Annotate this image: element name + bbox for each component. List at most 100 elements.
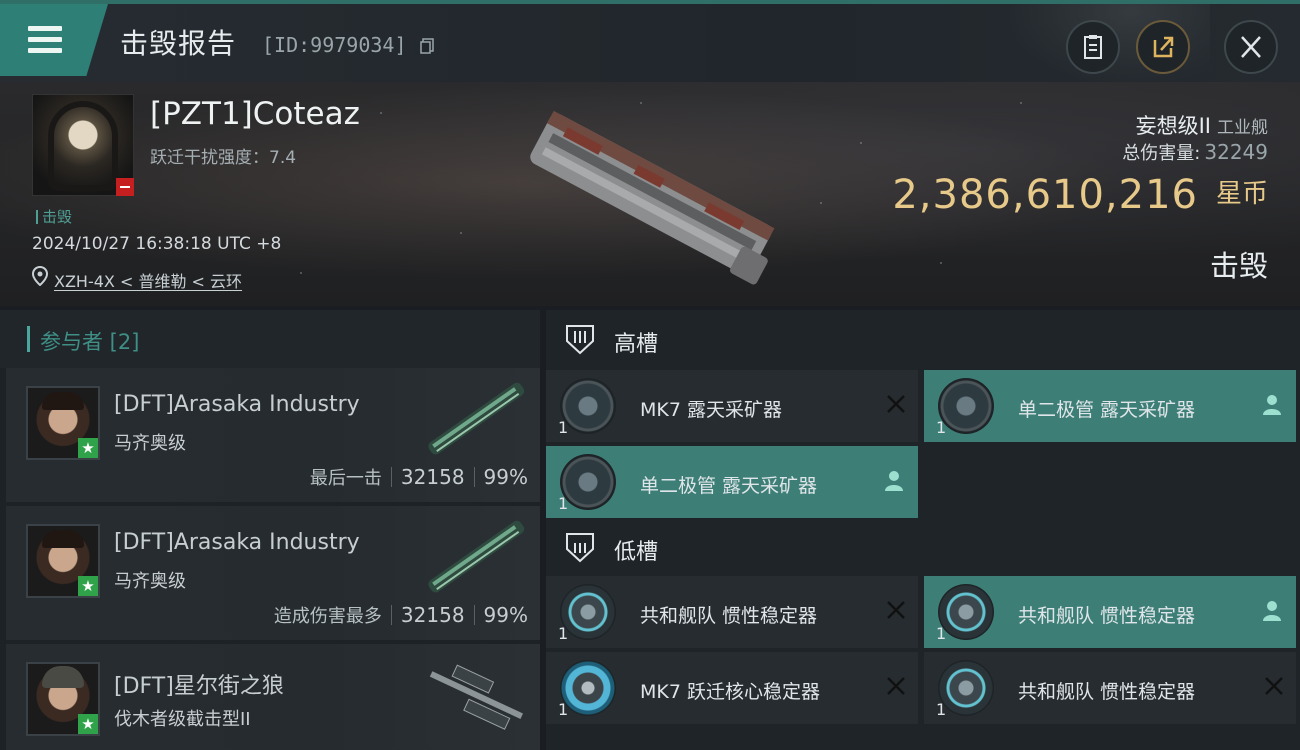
copy-icon[interactable] xyxy=(420,38,434,54)
dropped-person-icon xyxy=(1263,395,1281,415)
module-item[interactable]: 1 共和舰队 惯性稳定器 xyxy=(924,576,1296,648)
module-item[interactable]: 1 共和舰队 惯性稳定器 xyxy=(546,576,918,648)
stat-separator xyxy=(390,467,392,487)
participant-stat-label: 最后一击 xyxy=(309,468,382,489)
dropped-person-icon xyxy=(1263,601,1281,621)
avatar-hair xyxy=(42,392,84,410)
participant-avatar[interactable]: ★ xyxy=(26,662,100,736)
participant-damage: 32158 xyxy=(400,465,465,489)
participant-name: [DFT]Arasaka Industry xyxy=(114,530,360,555)
menu-button[interactable] xyxy=(0,4,108,76)
module-name: MK7 露天采矿器 xyxy=(640,399,782,421)
page-title: 击毁报告 xyxy=(120,27,237,60)
menu-line-icon xyxy=(28,26,62,31)
location-link[interactable]: XZH-4X < 普维勒 < 云环 xyxy=(54,268,242,292)
module-quantity: 1 xyxy=(936,624,947,643)
total-damage: 总伤害量: 32249 xyxy=(1122,139,1268,165)
stat-separator xyxy=(390,605,392,625)
isk-value: 2,386,610,216 xyxy=(892,172,1198,218)
victim-name[interactable]: [PZT1]Coteaz xyxy=(150,96,360,132)
kill-status: 击毁 xyxy=(1209,249,1268,283)
participant-stats: 最后一击 32158 99% xyxy=(310,464,528,490)
mining-laser-icon xyxy=(560,378,616,434)
warp-core-stabilizer-icon xyxy=(560,660,616,716)
participant-avatar[interactable]: ★ xyxy=(26,524,100,598)
high-slot-title: 高槽 xyxy=(614,332,659,357)
victim-ship-image[interactable] xyxy=(505,96,795,296)
high-slot-icon xyxy=(566,325,594,355)
low-slot-title: 低槽 xyxy=(614,540,659,565)
total-damage-label: 总伤害量: xyxy=(1122,143,1201,164)
low-slot-header: 低槽 xyxy=(546,518,1300,576)
victim-ship-class: 工业舰 xyxy=(1217,118,1268,138)
module-item[interactable]: 1 单二极管 露天采矿器 xyxy=(546,446,918,518)
participants-panel: 参与者 [2] ★ [DFT]Arasaka Industry 马齐奥级 最后一… xyxy=(0,310,540,750)
clipboard-button[interactable] xyxy=(1066,20,1120,74)
high-slot-header: 高槽 xyxy=(546,310,1300,368)
inertial-stabilizer-icon xyxy=(938,584,994,640)
module-quantity: 1 xyxy=(558,418,569,437)
destroyed-x-icon xyxy=(887,601,905,619)
share-icon xyxy=(1153,36,1174,58)
participant-stats: 造成伤害最多 32158 99% xyxy=(274,602,528,628)
header-bar: 击毁报告 [ID:9979034] xyxy=(0,4,1300,82)
participant-ship-image xyxy=(428,382,525,455)
participant-row[interactable]: ★ [DFT]Arasaka Industry 马齐奥级 造成伤害最多 32158… xyxy=(6,506,540,640)
module-quantity: 1 xyxy=(558,624,569,643)
module-name: 单二极管 露天采矿器 xyxy=(640,475,818,497)
module-item[interactable]: 1 单二极管 露天采矿器 xyxy=(924,370,1296,442)
kill-time: 2024/10/27 16:38:18 UTC +8 xyxy=(32,234,282,254)
close-button[interactable] xyxy=(1224,20,1278,74)
location-pin-icon xyxy=(32,266,48,286)
participant-row[interactable]: ★ [DFT]Arasaka Industry 马齐奥级 最后一击 32158 99… xyxy=(6,368,540,502)
victim-ship-info: 妄想级II 工业舰 xyxy=(1136,110,1268,140)
destroyed-x-icon xyxy=(887,395,905,413)
avatar-hood xyxy=(48,101,118,191)
participant-name: [DFT]星尔街之狼 xyxy=(114,674,284,699)
participant-ship: 马齐奥级 xyxy=(114,433,186,454)
share-button[interactable] xyxy=(1136,20,1190,74)
participant-name: [DFT]Arasaka Industry xyxy=(114,392,360,417)
kill-tag: 击毁 xyxy=(36,206,72,227)
close-icon xyxy=(1241,36,1261,58)
destroyed-x-icon xyxy=(1265,677,1283,695)
module-quantity: 1 xyxy=(936,418,947,437)
module-quantity: 1 xyxy=(936,700,947,719)
participant-ship: 伐木者级截击型II xyxy=(114,709,251,730)
inertial-stabilizer-icon xyxy=(560,584,616,640)
victim-avatar[interactable] xyxy=(32,94,134,196)
participant-row[interactable]: ★ [DFT]星尔街之狼 伐木者级截击型II xyxy=(6,644,540,750)
mining-laser-icon xyxy=(938,378,994,434)
participants-header: 参与者 [2] xyxy=(0,310,540,368)
module-name: 共和舰队 惯性稳定器 xyxy=(1018,605,1196,627)
participant-stat-label: 造成伤害最多 xyxy=(273,606,382,627)
hostile-flag-icon xyxy=(116,178,134,196)
module-quantity: 1 xyxy=(558,494,569,513)
stat-separator xyxy=(473,467,475,487)
participants-title: 参与者 [2] xyxy=(40,330,140,354)
header-accent-bar xyxy=(27,326,30,352)
module-name: MK7 跃迁核心稳定器 xyxy=(640,681,820,703)
dropped-person-icon xyxy=(885,471,903,491)
participant-ship-image xyxy=(428,520,525,593)
low-slot-icon xyxy=(566,533,594,563)
module-item[interactable]: 1 MK7 露天采矿器 xyxy=(546,370,918,442)
participant-avatar[interactable]: ★ xyxy=(26,386,100,460)
standing-star-icon: ★ xyxy=(78,714,98,734)
avatar-cap xyxy=(42,666,84,688)
module-item[interactable]: 1 MK7 跃迁核心稳定器 xyxy=(546,652,918,724)
clipboard-icon xyxy=(1084,35,1102,59)
menu-line-icon xyxy=(28,48,62,53)
victim-ship-name[interactable]: 妄想级II xyxy=(1136,114,1211,138)
inertial-stabilizer-icon xyxy=(938,660,994,716)
module-item[interactable]: 1 共和舰队 惯性稳定器 xyxy=(924,652,1296,724)
participant-percent: 99% xyxy=(483,603,528,627)
avatar-hair xyxy=(42,530,84,548)
warp-disruption-strength: 跃迁干扰强度：7.4 xyxy=(150,148,297,168)
isk-unit: 星币 xyxy=(1215,179,1268,209)
isk-value-block: 2,386,610,216 星币 xyxy=(892,172,1268,218)
standing-star-icon: ★ xyxy=(78,576,98,596)
module-quantity: 1 xyxy=(558,700,569,719)
stat-separator xyxy=(473,605,475,625)
mining-laser-icon xyxy=(560,454,616,510)
